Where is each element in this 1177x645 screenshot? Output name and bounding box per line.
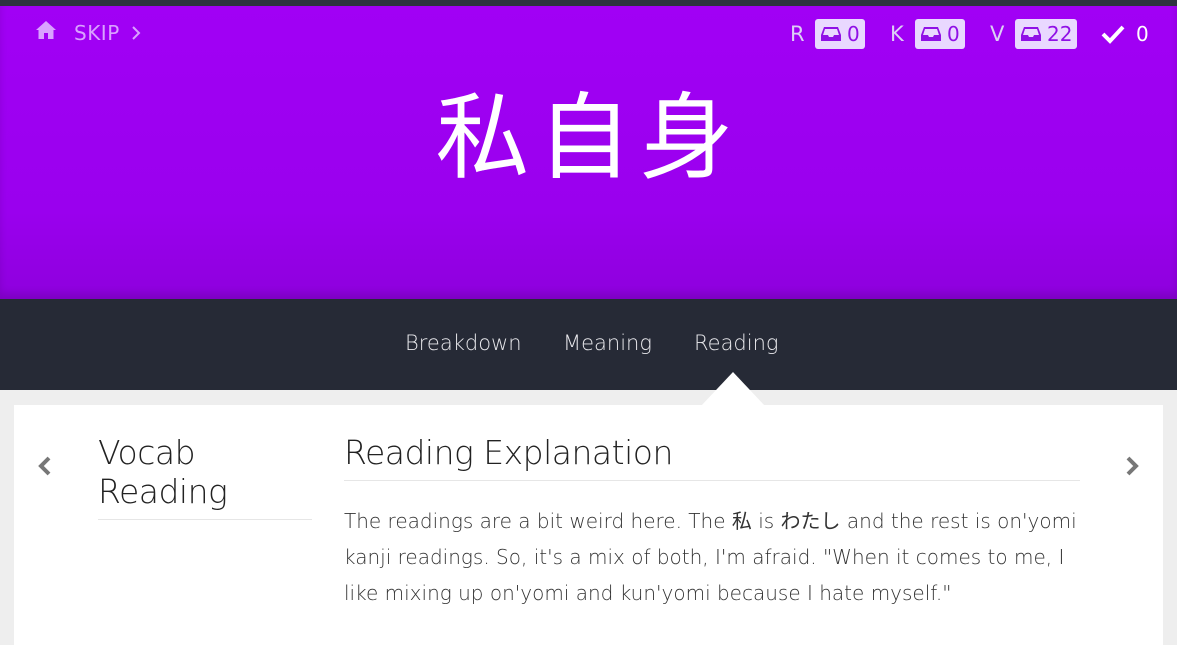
completed-count: 0 [1136, 22, 1149, 46]
kanji-label: K [890, 22, 904, 46]
chevron-right-icon[interactable] [130, 24, 142, 42]
inbox-icon [1021, 27, 1041, 41]
chevron-left-icon[interactable] [36, 454, 54, 478]
check-icon [1101, 25, 1125, 44]
radicals-count: 0 [847, 22, 860, 46]
vocab-character: 私自身 [435, 84, 742, 193]
vocabulary-count-badge: 22 [1015, 19, 1078, 49]
tab-reading[interactable]: Reading [694, 331, 779, 355]
skip-button[interactable]: SKIP [74, 21, 120, 45]
radicals-count-badge: 0 [815, 19, 865, 49]
radicals-label: R [790, 22, 805, 46]
reading-explanation-text: The readings are a bit weird here. The 私… [344, 509, 1077, 605]
active-tab-indicator [701, 372, 765, 406]
reading-explanation-heading: Reading Explanation [344, 433, 1080, 481]
vocabulary-label: V [990, 22, 1005, 46]
info-tabs-bar: Breakdown Meaning Reading [0, 299, 1177, 390]
kanji-count-badge: 0 [915, 19, 965, 49]
tab-meaning[interactable]: Meaning [563, 331, 652, 355]
kanji-count: 0 [947, 22, 960, 46]
inbox-icon [921, 27, 941, 41]
tab-breakdown[interactable]: Breakdown [405, 331, 522, 355]
home-icon[interactable] [35, 20, 57, 40]
vocabulary-count: 22 [1047, 22, 1073, 46]
inbox-icon [821, 27, 841, 41]
chevron-right-icon[interactable] [1123, 454, 1141, 478]
vocab-reading-heading: Vocab Reading [98, 433, 312, 520]
